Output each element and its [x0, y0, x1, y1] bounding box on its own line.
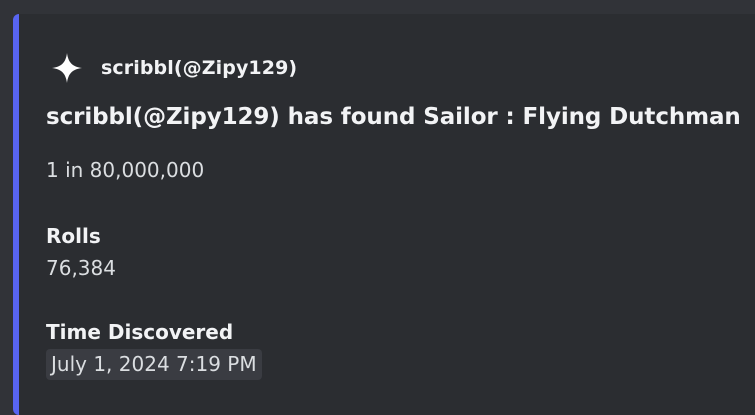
field-name-rolls: Rolls: [46, 224, 101, 248]
sparkle-icon: [49, 50, 85, 86]
embed-description: 1 in 80,000,000: [46, 158, 205, 182]
timestamp[interactable]: July 1, 2024 7:19 PM: [46, 349, 262, 380]
embed-title: scribbl(@Zipy129) has found Sailor : Fly…: [46, 104, 741, 130]
field-value-rolls: 76,384: [46, 256, 116, 280]
embed-accent-bar: [13, 14, 19, 415]
field-name-time-discovered: Time Discovered: [46, 320, 234, 344]
embed-author: scribbl(@Zipy129): [49, 50, 297, 86]
message-embed: scribbl(@Zipy129) scribbl(@Zipy129) has …: [13, 14, 755, 415]
embed-author-name: scribbl(@Zipy129): [101, 57, 298, 79]
